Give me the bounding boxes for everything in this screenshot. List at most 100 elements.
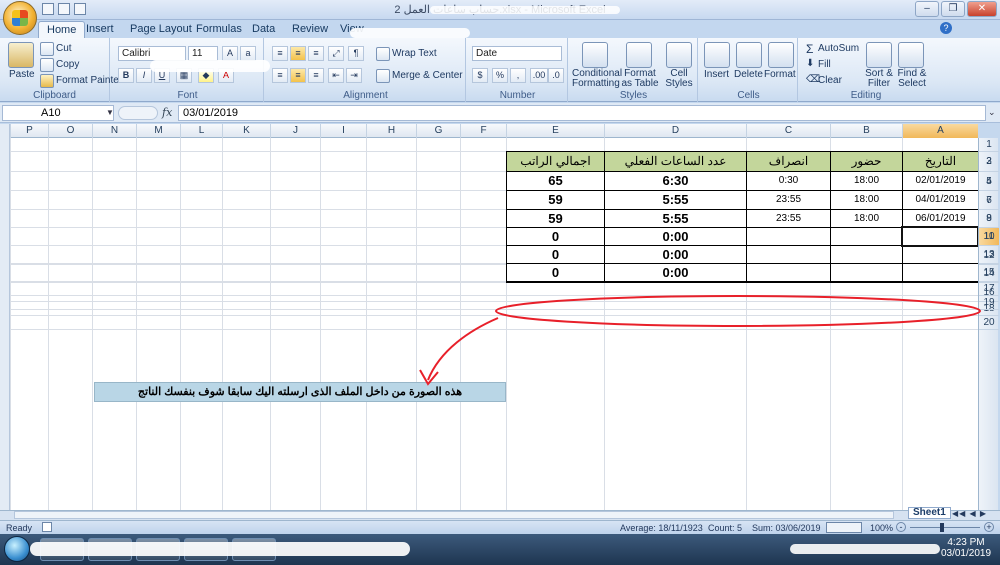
row-header[interactable]: 5: [979, 172, 999, 191]
check-in-cell[interactable]: 18:00: [830, 171, 903, 191]
minimize-button[interactable]: –: [915, 1, 939, 17]
decrease-decimal-button[interactable]: .0: [548, 68, 564, 83]
check-out-cell[interactable]: [746, 263, 831, 282]
column-header[interactable]: C: [746, 124, 830, 138]
sort-filter-icon[interactable]: [866, 42, 892, 68]
date-cell[interactable]: [902, 263, 978, 282]
increase-decimal-button[interactable]: .00: [530, 68, 548, 83]
column-header[interactable]: J: [270, 124, 320, 138]
check-out-cell[interactable]: 23:55: [746, 190, 831, 210]
row-header[interactable]: 13: [979, 246, 999, 264]
tab-insert[interactable]: Insert: [78, 21, 122, 38]
zoom-slider[interactable]: [910, 527, 980, 528]
formula-bar-handle[interactable]: [118, 106, 158, 120]
number-format-select[interactable]: Date: [472, 46, 562, 61]
zoom-in-icon[interactable]: +: [984, 522, 994, 532]
merge-center-icon[interactable]: [376, 69, 390, 83]
close-button[interactable]: ✕: [967, 1, 997, 17]
format-as-table-icon[interactable]: [626, 42, 652, 68]
wrap-text-icon[interactable]: [376, 47, 390, 61]
hours-cell[interactable]: 5:55: [604, 190, 747, 210]
align-middle-icon[interactable]: ≡: [290, 46, 306, 61]
insert-cells-button[interactable]: Insert: [704, 69, 729, 80]
worksheet[interactable]: عدد ساعات العمل6اجر الساعه10التاريخحضورا…: [10, 138, 978, 510]
row-header[interactable]: 19: [979, 296, 999, 310]
restore-button[interactable]: ❐: [941, 1, 965, 17]
redo-icon[interactable]: [74, 3, 86, 15]
expand-formula-icon[interactable]: ⌄: [988, 107, 996, 118]
format-cells-button[interactable]: Format: [764, 69, 796, 80]
font-name-select[interactable]: Calibri: [118, 46, 186, 61]
find-select-icon[interactable]: [898, 42, 924, 68]
column-header[interactable]: H: [366, 124, 416, 138]
increase-indent-icon[interactable]: ⇥: [346, 68, 362, 83]
column-header[interactable]: P: [10, 124, 48, 138]
conditional-formatting-icon[interactable]: [582, 42, 608, 68]
salary-cell[interactable]: 0: [506, 263, 605, 282]
check-out-cell[interactable]: 23:55: [746, 209, 831, 228]
check-in-cell[interactable]: [830, 245, 903, 264]
column-header[interactable]: N: [92, 124, 136, 138]
name-box[interactable]: A10: [2, 105, 114, 121]
fill-icon[interactable]: ⬇: [806, 58, 814, 69]
cell-styles-icon[interactable]: [666, 42, 692, 68]
currency-button[interactable]: $: [472, 68, 488, 83]
undo-icon[interactable]: [58, 3, 70, 15]
format-as-table-button[interactable]: Format as Table: [620, 69, 660, 89]
check-in-cell[interactable]: 18:00: [830, 190, 903, 210]
row-header[interactable]: 1: [979, 138, 999, 152]
check-out-cell[interactable]: 0:30: [746, 171, 831, 191]
insert-function-icon[interactable]: fx: [162, 106, 172, 119]
tab-data[interactable]: Data: [244, 21, 283, 38]
row-header[interactable]: 17: [979, 282, 999, 296]
date-cell[interactable]: [902, 245, 978, 264]
check-out-cell[interactable]: [746, 245, 831, 264]
merge-center-button[interactable]: Merge & Center: [392, 70, 463, 81]
orientation-icon[interactable]: ⤢: [328, 46, 344, 61]
autosum-icon[interactable]: Σ: [806, 42, 813, 56]
row-header[interactable]: 9: [979, 210, 999, 228]
column-header[interactable]: E: [506, 124, 604, 138]
salary-cell[interactable]: 65: [506, 171, 605, 191]
delete-cells-icon[interactable]: [736, 42, 762, 68]
column-title-e[interactable]: اجمالي الراتب: [506, 151, 605, 172]
hours-cell[interactable]: 0:00: [604, 245, 747, 264]
hours-cell[interactable]: 0:00: [604, 263, 747, 282]
column-header[interactable]: O: [48, 124, 92, 138]
column-header[interactable]: B: [830, 124, 902, 138]
save-icon[interactable]: [42, 3, 54, 15]
fill-button[interactable]: Fill: [818, 59, 831, 70]
row-header[interactable]: 11: [979, 228, 999, 246]
column-header[interactable]: F: [460, 124, 506, 138]
paste-button[interactable]: Paste: [9, 69, 35, 80]
formula-input[interactable]: 03/01/2019: [178, 105, 986, 121]
macro-record-icon[interactable]: [42, 522, 52, 532]
sort-filter-button[interactable]: Sort & Filter: [864, 69, 894, 89]
hours-cell[interactable]: 6:30: [604, 171, 747, 191]
name-box-dropdown-icon[interactable]: ▼: [106, 108, 114, 117]
check-out-cell[interactable]: [746, 227, 831, 246]
column-title-b[interactable]: حضور: [830, 151, 903, 172]
hours-cell[interactable]: 0:00: [604, 227, 747, 246]
format-painter-icon[interactable]: [40, 74, 54, 88]
cut-button[interactable]: Cut: [56, 43, 72, 54]
office-button[interactable]: [3, 1, 37, 35]
font-size-select[interactable]: 11: [188, 46, 218, 61]
salary-cell[interactable]: 0: [506, 227, 605, 246]
align-top-icon[interactable]: ≡: [272, 46, 288, 61]
column-header[interactable]: G: [416, 124, 460, 138]
autosum-button[interactable]: AutoSum: [818, 43, 859, 54]
align-right-icon[interactable]: ≡: [308, 68, 324, 83]
cell-styles-button[interactable]: Cell Styles: [662, 69, 696, 89]
column-header[interactable]: D: [604, 124, 746, 138]
tab-formulas[interactable]: Formulas: [188, 21, 250, 38]
insert-cells-icon[interactable]: [704, 42, 730, 68]
column-title-c[interactable]: انصراف: [746, 151, 831, 172]
shrink-font-button[interactable]: a: [240, 46, 256, 61]
system-clock[interactable]: 4:23 PM 03/01/2019: [936, 534, 996, 565]
column-header[interactable]: K: [222, 124, 270, 138]
check-in-cell[interactable]: 18:00: [830, 209, 903, 228]
copy-button[interactable]: Copy: [56, 59, 79, 70]
horizontal-scrollbar[interactable]: [14, 511, 894, 519]
column-header[interactable]: L: [180, 124, 222, 138]
